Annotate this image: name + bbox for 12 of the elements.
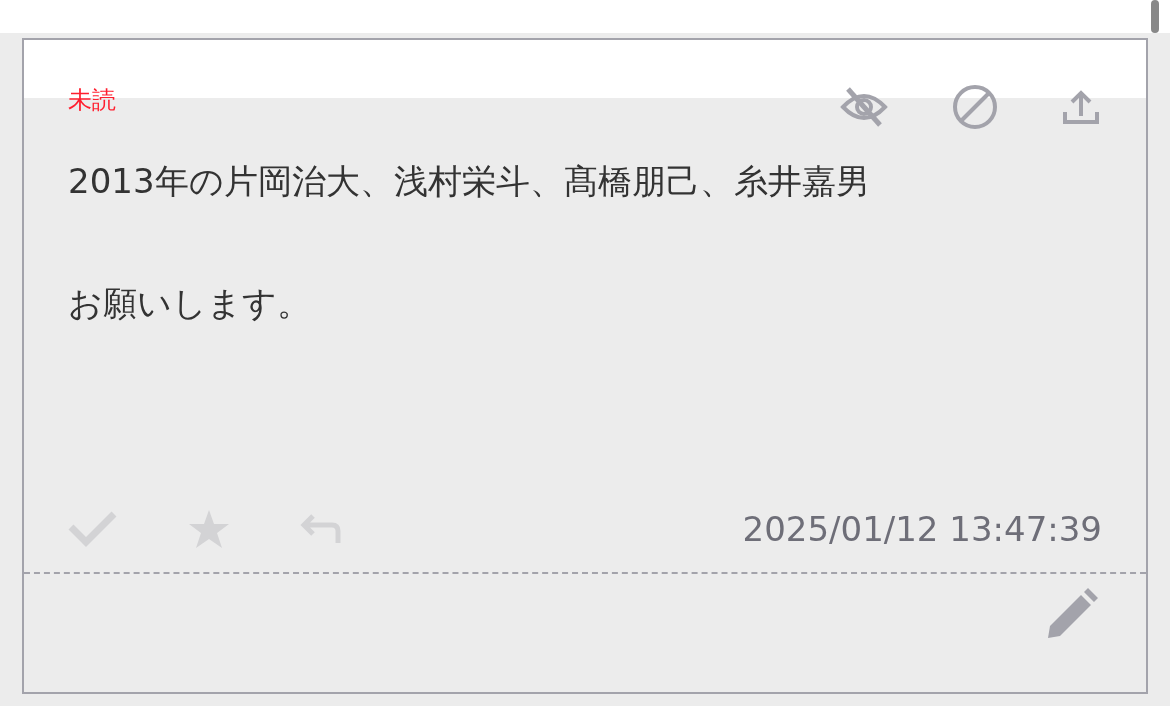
block-icon[interactable] bbox=[952, 84, 998, 130]
pencil-icon[interactable] bbox=[1046, 586, 1100, 640]
check-icon[interactable] bbox=[68, 511, 118, 547]
unread-label: 未読 bbox=[68, 86, 116, 114]
timestamp: 2025/01/12 13:47:39 bbox=[742, 509, 1102, 549]
upload-icon[interactable] bbox=[1062, 88, 1100, 126]
message-text: 2013年の片岡治大、浅村栄斗、髙橋朋己、糸井嘉男 bbox=[68, 160, 871, 203]
message-text: お願いします。 bbox=[68, 282, 312, 325]
star-icon[interactable] bbox=[188, 509, 230, 549]
scrollbar-thumb[interactable] bbox=[1151, 0, 1159, 33]
hide-icon[interactable] bbox=[840, 85, 888, 129]
reply-icon[interactable] bbox=[300, 513, 342, 545]
